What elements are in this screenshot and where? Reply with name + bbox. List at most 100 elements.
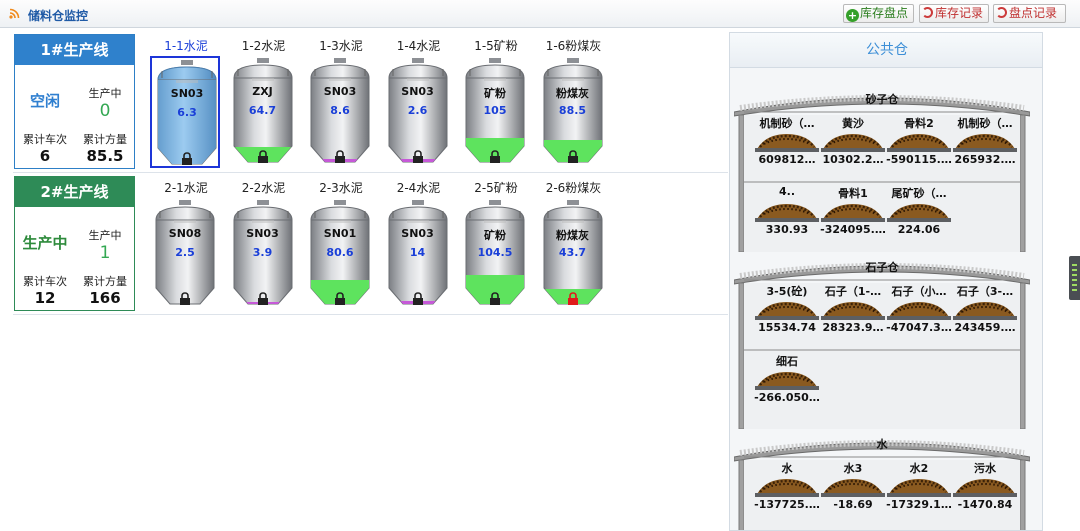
silo[interactable]: 2-1水泥 SN08 2.5	[149, 174, 223, 312]
check-record-button[interactable]: 盘点记录	[993, 4, 1066, 23]
silo-material: SN01	[323, 227, 357, 240]
storage-shed: 水水 -137725.… 水3 -18.69 水2 -17329.1… 污水 -1470.84	[734, 435, 1030, 530]
silo-graphic: SN03 3.9	[228, 198, 298, 310]
silo-material: SN03	[170, 87, 204, 100]
lock-icon[interactable]	[410, 292, 424, 306]
page-title: 储料仓监控	[28, 9, 89, 23]
silo-graphic: 粉煤灰 88.5	[538, 56, 608, 168]
public-storage-title: 公共仓	[730, 33, 1042, 68]
silo-volume: 88.5	[558, 104, 587, 117]
lock-icon[interactable]	[255, 150, 269, 164]
silo-volume: 2.6	[407, 104, 428, 117]
stock-record-button[interactable]: 库存记录	[919, 4, 989, 23]
trips-value: 12	[34, 289, 56, 307]
pile-value: -47047.3…	[886, 321, 952, 334]
volume-value: 85.5	[86, 147, 124, 165]
side-panel-handle[interactable]	[1069, 256, 1080, 300]
material-pile[interactable]: 4.. 330.93	[754, 185, 820, 247]
pile-name: 细石	[776, 355, 798, 368]
volume-value: 166	[89, 289, 121, 307]
material-pile[interactable]: 水2 -17329.1…	[886, 460, 952, 522]
line-name: 1#生产线	[15, 35, 134, 65]
volume-label: 累计方量	[83, 133, 127, 146]
lock-icon[interactable]	[565, 150, 579, 164]
silo[interactable]: 1-5矿粉矿粉 105	[459, 32, 533, 170]
line-card[interactable]: 1#生产线 空闲 生产中 0 累计车次 6 累计方量 85.5	[14, 34, 135, 169]
production-line-row: 1#生产线 空闲 生产中 0 累计车次 6 累计方量 85.5 1-1水泥 SN0…	[13, 32, 728, 173]
silo-label: 2-5矿粉	[474, 181, 518, 195]
silo-material: 粉煤灰	[556, 87, 589, 100]
material-pile[interactable]: 石子（小… -47047.3…	[886, 283, 952, 345]
stock-check-label: 库存盘点	[860, 6, 909, 20]
silo-material: SN08	[168, 227, 202, 240]
silo-label: 2-6粉煤灰	[545, 181, 602, 195]
storage-shed: 砂子仓 机制砂（… 609812… 黄沙 10302.2… 骨料2 -590115.… 机制砂…	[734, 90, 1030, 252]
material-pile[interactable]: 机制砂（… 265932.…	[952, 115, 1018, 177]
material-pile[interactable]: 细石 -266.050…	[754, 353, 820, 415]
silo-volume: 3.9	[252, 246, 273, 259]
silo-graphic: 粉煤灰 43.7	[538, 198, 608, 310]
silo-material: SN03	[323, 85, 357, 98]
silo-label: 1-5矿粉	[474, 39, 518, 53]
silo-material: 粉煤灰	[556, 229, 589, 242]
silo-label: 1-3水泥	[319, 39, 363, 53]
silo[interactable]: 2-4水泥 SN03 14	[382, 174, 456, 312]
silo[interactable]: 1-4水泥 SN03 2.6	[382, 32, 456, 170]
silo[interactable]: 2-3水泥 SN01 80.6	[304, 174, 378, 312]
material-pile[interactable]: 水 -137725.…	[754, 460, 820, 522]
pile-name: 水3	[843, 462, 863, 475]
silo[interactable]: 2-5矿粉 矿粉 104.5	[459, 174, 533, 312]
trips-label: 累计车次	[23, 133, 67, 146]
material-pile[interactable]: 石子（3-… 243459.…	[952, 283, 1018, 345]
material-pile[interactable]: 骨料1 -324095.…	[820, 185, 886, 247]
silo-graphic: 矿粉 105	[460, 56, 530, 168]
silo-label: 1-4水泥	[396, 39, 441, 53]
silo[interactable]: 2-6粉煤灰粉煤灰 43.7	[537, 174, 611, 312]
material-pile[interactable]: 3-5(砼) 15534.74	[754, 283, 820, 345]
silo-graphic: SN03 8.6	[305, 56, 375, 168]
silo[interactable]: 2-2水泥 SN03 3.9	[227, 174, 301, 312]
line-status: 生产中	[22, 234, 68, 252]
pile-value: -266.050…	[754, 391, 820, 404]
pile-name: 石子（3-…	[956, 285, 1014, 298]
unlock-icon[interactable]	[565, 292, 579, 306]
silo-material: 矿粉	[484, 229, 506, 242]
pile-name: 机制砂（…	[759, 117, 815, 130]
pile-name: 尾矿砂（…	[891, 187, 947, 200]
producing-count: 1	[99, 243, 111, 263]
silo-volume: 2.5	[175, 246, 195, 259]
shed-name: 水	[876, 438, 888, 451]
rss-icon	[9, 8, 20, 19]
silo[interactable]: 1-3水泥 SN03 8.6	[304, 32, 378, 170]
material-pile[interactable]: 石子（1-… 28323.9…	[820, 283, 886, 345]
material-pile[interactable]: 污水 -1470.84	[952, 460, 1018, 522]
material-pile[interactable]: 水3 -18.69	[820, 460, 886, 522]
silo-material: SN03	[401, 227, 434, 240]
silo[interactable]: 1-6粉煤灰 粉煤灰 88.5	[537, 32, 611, 170]
material-pile[interactable]: 骨料2 -590115.…	[886, 115, 952, 177]
material-pile[interactable]: 尾矿砂（… 224.06	[886, 185, 952, 247]
lock-icon[interactable]	[487, 292, 501, 306]
lock-icon[interactable]	[255, 292, 269, 306]
lock-icon[interactable]	[179, 152, 193, 166]
material-pile[interactable]: 机制砂（… 609812…	[754, 115, 820, 177]
silo-graphic: SN03 14	[383, 198, 453, 310]
pile-name: 石子（1-…	[824, 285, 882, 298]
material-pile[interactable]: 黄沙 10302.2…	[820, 115, 886, 177]
public-storage-panel: 公共仓 砂子仓 机制砂（… 609812… 黄沙 10302.2… 骨料2 -590115.…	[729, 32, 1043, 531]
stock-check-button[interactable]: + 库存盘点	[843, 4, 914, 23]
history-icon	[922, 7, 933, 18]
silo-graphic: SN08 2.5	[150, 198, 220, 310]
line-card[interactable]: 2#生产线 生产中 生产中 1 累计车次 12 累计方量 166	[14, 176, 135, 311]
lock-icon[interactable]	[410, 150, 424, 164]
pile-value: -1470.84	[957, 498, 1013, 511]
lock-icon[interactable]	[177, 292, 191, 306]
lock-icon[interactable]	[487, 150, 501, 164]
silo[interactable]: 1-1水泥 SN03 6.3	[149, 32, 223, 170]
silo[interactable]: 1-2水泥 ZXJ 64.7	[227, 32, 301, 170]
lock-icon[interactable]	[332, 150, 346, 164]
silo-material: 矿粉	[484, 87, 506, 100]
lock-icon[interactable]	[332, 292, 346, 306]
trips-value: 6	[39, 147, 51, 165]
silo-label: 2-2水泥	[241, 181, 286, 195]
